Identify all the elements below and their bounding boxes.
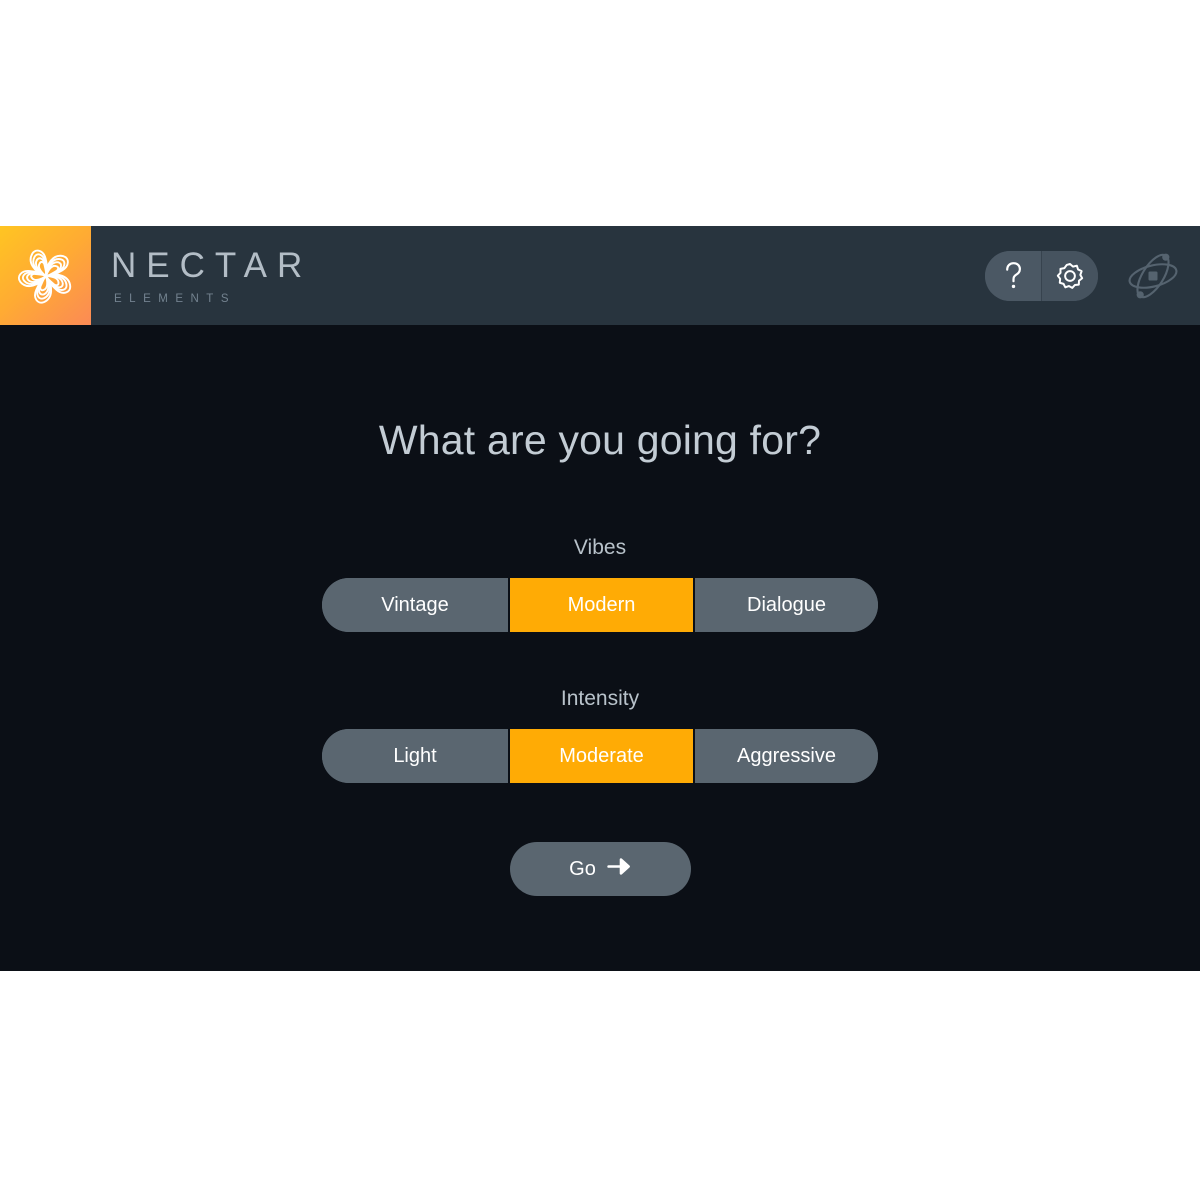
nectar-logo-tile: [0, 226, 91, 325]
segmented-control-vibes: Vintage Modern Dialogue: [322, 578, 878, 632]
main-content: What are you going for? Vibes Vintage Mo…: [0, 325, 1200, 971]
segment-modern[interactable]: Modern: [509, 578, 694, 632]
header-icon-pill: [985, 250, 1098, 301]
question-mark-icon: [1001, 261, 1026, 290]
header-spacer: [312, 226, 985, 325]
go-button[interactable]: Go: [509, 842, 691, 896]
group-label-vibes: Vibes: [573, 536, 627, 559]
izotope-orbit-logo-icon[interactable]: [1118, 241, 1188, 311]
nectar-pinwheel-logo-icon: [15, 245, 77, 307]
segment-light[interactable]: Light: [322, 729, 509, 783]
segmented-control-intensity: Light Moderate Aggressive: [322, 729, 878, 783]
group-label-intensity: Intensity: [560, 687, 640, 710]
plugin-window: NECTAR ELEMENTS What are you going for? …: [0, 226, 1200, 971]
segment-moderate[interactable]: Moderate: [509, 729, 694, 783]
header-actions: [985, 226, 1200, 325]
gear-icon: [1055, 261, 1085, 291]
brand-block: NECTAR ELEMENTS: [91, 226, 312, 325]
group-vibes: Vibes Vintage Modern Dialogue: [322, 537, 878, 632]
brand-subtitle: ELEMENTS: [114, 292, 236, 305]
go-button-label: Go: [569, 858, 596, 880]
arrow-right-icon: [607, 858, 631, 880]
segment-dialogue[interactable]: Dialogue: [694, 578, 878, 632]
segment-vintage[interactable]: Vintage: [322, 578, 509, 632]
segment-aggressive[interactable]: Aggressive: [694, 729, 878, 783]
brand-name: NECTAR: [111, 245, 313, 285]
help-button[interactable]: [985, 250, 1041, 301]
group-intensity: Intensity Light Moderate Aggressive: [322, 688, 878, 783]
page-title: What are you going for?: [378, 417, 822, 463]
settings-button[interactable]: [1041, 250, 1098, 301]
app-header: NECTAR ELEMENTS: [0, 226, 1200, 325]
